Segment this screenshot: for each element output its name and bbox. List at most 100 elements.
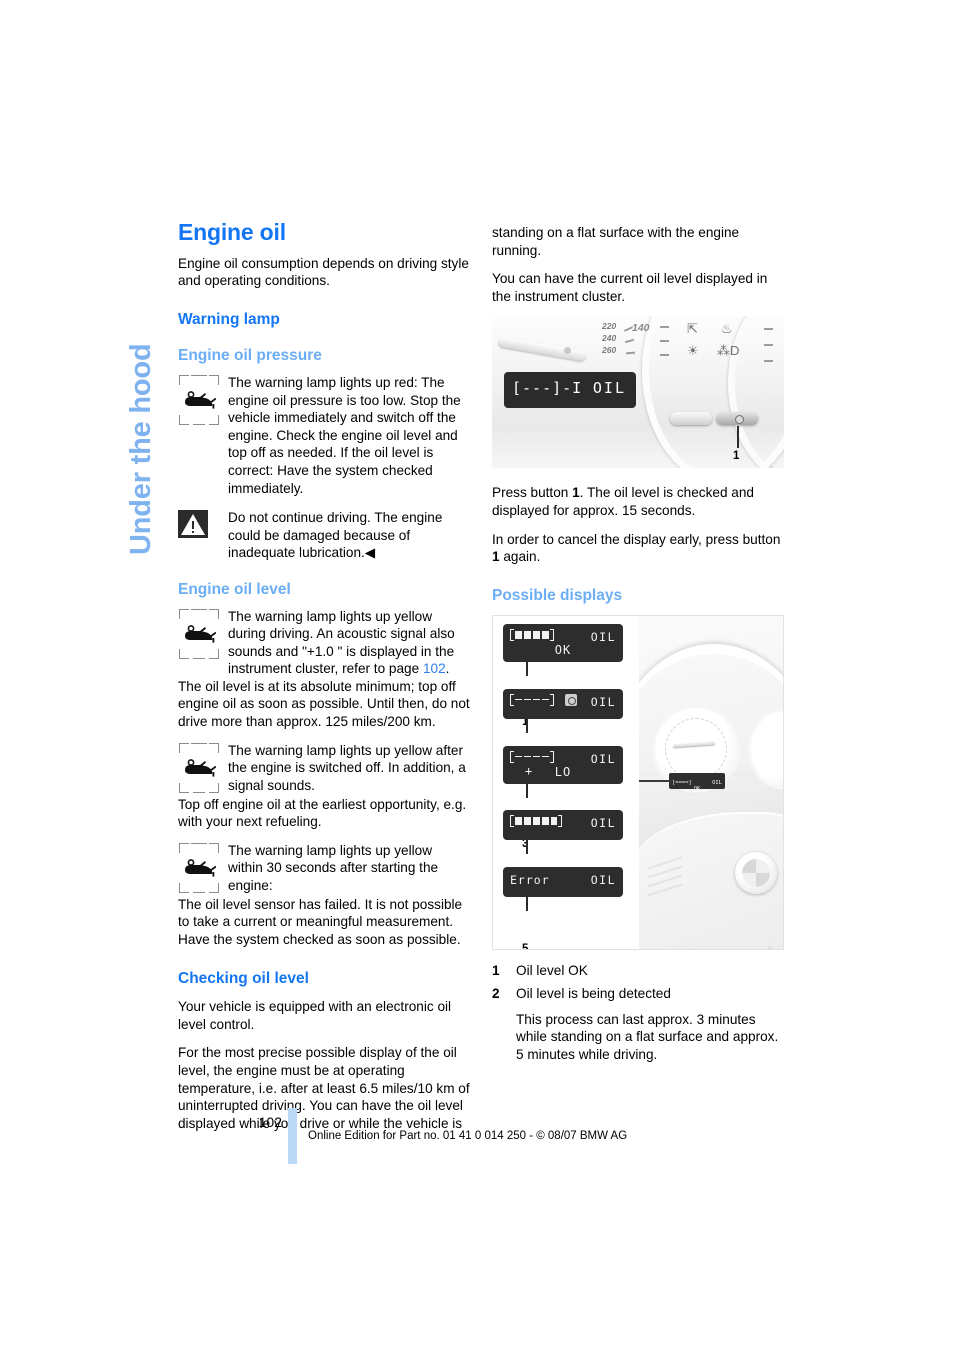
callout-leader-line (737, 426, 739, 449)
lcd-oil-label: OIL (590, 816, 616, 831)
callout-pointer-line (639, 780, 671, 783)
measuring-spinner-icon (565, 693, 577, 706)
telltale-icon-group: ⇱ ♨ ☀ ⁂D (687, 322, 745, 364)
air-vent-slats (647, 856, 687, 897)
oil-pressure-warning-text: The warning lamp lights up red: The engi… (228, 374, 461, 496)
lcd-box: + OIL LO (503, 745, 623, 784)
oil-level-text-b: . (445, 661, 450, 677)
cluster-button-left[interactable] (670, 412, 712, 426)
press-button-paragraph: Press button 1. The oil level is checked… (492, 484, 784, 519)
continuation-paragraph-1: standing on a flat surface with the engi… (492, 225, 740, 258)
oil-can-lamp-icon (178, 742, 220, 793)
oil-level-warning-cont-3: The oil level sensor has failed. It is n… (178, 896, 463, 948)
legend-text: Oil level OK (516, 963, 588, 979)
callout-leader-line (526, 662, 528, 677)
oil-gauge-scanning (510, 693, 554, 706)
speed-label-240: 240 (602, 333, 617, 344)
lcd-status-word: OK (693, 786, 701, 793)
lcd-status-word: LO (554, 764, 572, 779)
caution-block: Do not continue driving. The engine coul… (178, 509, 470, 562)
speed-label-220: 220 (602, 321, 617, 332)
heading-warning-lamp: Warning lamp (178, 310, 280, 328)
cancel-button-number: 1 (492, 549, 500, 565)
oil-level-warning-text-1: The warning lamp lights up yellow during… (228, 608, 470, 678)
manual-page: Under the hood Engine oil Engine oil con… (0, 0, 954, 1350)
lcd-box: Error OIL (503, 866, 623, 897)
oil-pressure-warning-block: The warning lamp lights up red: The engi… (178, 374, 470, 497)
chapter-tab: Under the hood (118, 215, 164, 555)
footer-accent-bar (288, 1108, 297, 1164)
chapter-tab-label: Under the hood (125, 343, 157, 555)
oil-level-warning-cont-1: The oil level is at its absolute minimum… (178, 678, 470, 730)
lcd-display-variants: OIL OK 1 OIL (503, 624, 629, 949)
oil-can-lamp-icon (178, 374, 220, 425)
speed-scale-numbers: 220 240 260 (602, 320, 616, 356)
lcd-oil-gauge-readout: [---]-I (512, 379, 583, 398)
cancel-text-a: In order to cancel the display early, pr… (492, 531, 781, 547)
instrument-cluster-figure: 220 240 260 140 [---]-I OIL ⇱ ♨ ☀ ⁂D 1 (492, 316, 784, 469)
display-variant-5: Error OIL 5 (503, 866, 629, 949)
scale-tick (764, 360, 773, 363)
checking-paragraph-1: Your vehicle is equipped with an electro… (178, 999, 452, 1032)
coolant-temp-icon: ♨ (721, 321, 733, 337)
oil-gauge-overfull (510, 815, 562, 828)
heading-engine-oil-pressure: Engine oil pressure (178, 347, 322, 365)
callout-leader-line (526, 840, 528, 855)
continuation-paragraph-2: You can have the current oil level displ… (492, 271, 768, 304)
page-reference-link[interactable]: 102 (423, 661, 446, 676)
oil-level-warning-text-3: The warning lamp lights up yellow within… (228, 842, 439, 894)
display-variant-3: + OIL LO 3 (503, 745, 629, 850)
display-variant-2: OIL 2 (503, 688, 629, 777)
lcd-oil-label: OIL (590, 872, 616, 887)
speed-label-140: 140 (632, 322, 650, 335)
cancel-display-paragraph: In order to cancel the display early, pr… (492, 531, 784, 566)
intro-paragraph: Engine oil consumption depends on drivin… (178, 255, 469, 289)
warning-triangle-icon (178, 510, 210, 540)
oil-level-warning-text-2: The warning lamp lights up yellow after … (228, 742, 466, 793)
lcd-box: OIL (503, 810, 623, 841)
lcd-oil-label: OIL (592, 379, 626, 398)
caution-text: Do not continue driving. The engine coul… (228, 509, 470, 562)
scale-tick (764, 344, 773, 347)
oil-level-warning-block-1: The warning lamp lights up yellow during… (178, 608, 470, 678)
callout-label-1: 1 (733, 450, 740, 463)
oil-level-text-a: The warning lamp lights up yellow during… (228, 608, 455, 677)
callout-leader-line (526, 783, 528, 798)
right-column: standing on a flat surface with the engi… (492, 224, 784, 1063)
heading-possible-displays: Possible displays (492, 586, 623, 604)
defrost-icon: ⇱ (687, 321, 698, 337)
figure-watermark: MINI/BMW (764, 464, 782, 468)
heading-engine-oil-level: Engine oil level (178, 580, 291, 598)
scale-tick (660, 340, 669, 343)
press-button-number: 1 (572, 485, 580, 501)
legend-item-1: 1 Oil level OK (492, 962, 784, 980)
press-button-text-a: Press button (492, 485, 573, 501)
legend-number: 1 (492, 963, 500, 979)
cluster-lcd-display: [---]-I OIL (504, 372, 636, 409)
dashboard-lcd-display: [====] OIL OK (669, 773, 725, 792)
lcd-box: OIL OK (503, 624, 623, 663)
possible-displays-figure: OIL OK 1 OIL (492, 615, 784, 951)
cancel-text-c: again. (499, 549, 541, 565)
caution-end-marker: ◀ (364, 545, 376, 561)
legend-text: Oil level is being detected (516, 985, 671, 1001)
scale-tick (764, 328, 773, 331)
figure-watermark: MINI/BMW (763, 945, 781, 949)
high-beam-icon: ⁂D (717, 343, 740, 359)
legend-sub-text: This process can last approx. 3 minutes … (516, 1011, 779, 1062)
dashboard-photo: [====] OIL OK (639, 616, 783, 950)
caution-sentence: Do not continue driving. The engine coul… (228, 510, 443, 561)
page-title: Engine oil (178, 219, 286, 245)
fog-light-icon: ☀ (687, 343, 699, 359)
oil-gauge-empty (510, 750, 554, 763)
page-footer: 102 Online Edition for Part no. 01 41 0 … (178, 1108, 798, 1164)
lcd-oil-label: OIL (590, 694, 616, 709)
scale-tick (660, 354, 669, 357)
callout-leader-line (526, 718, 528, 733)
callout-label-5: 5 (522, 942, 529, 951)
oil-gauge-full (510, 629, 554, 642)
lcd-status-word: OK (554, 643, 572, 658)
oil-level-warning-block-3: The warning lamp lights up yellow within… (178, 842, 470, 896)
display-variant-1: OIL OK 1 (503, 624, 629, 728)
oil-level-warning-cont-2: Top off engine oil at the earliest oppor… (178, 796, 467, 830)
